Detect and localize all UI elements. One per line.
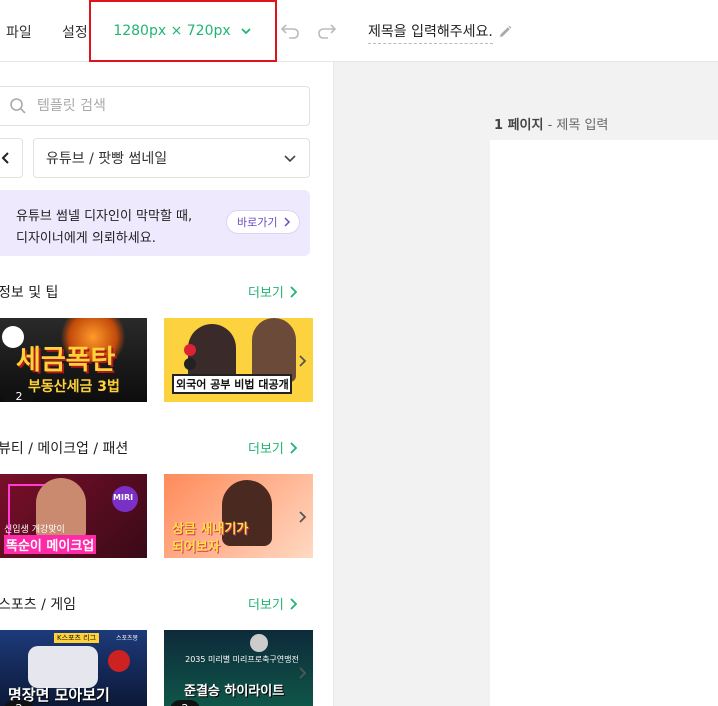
player-photo xyxy=(28,646,98,688)
template-thumbnail[interactable]: 외국어 공부 비법 대공개 xyxy=(164,318,313,402)
chevron-left-icon xyxy=(1,152,9,164)
designer-request-banner: 유튜브 썸넬 디자인이 막막할 때, 디자이너에게 의뢰하세요. 바로가기 xyxy=(0,190,310,256)
template-count-badge: 2 xyxy=(170,700,200,706)
more-link-sports-games[interactable]: 더보기 xyxy=(248,594,298,613)
banner-text-line1: 유튜브 썸넬 디자인이 막막할 때, xyxy=(16,209,193,224)
thumbnail-headline: 외국어 공부 비법 대공개 xyxy=(176,378,289,391)
section-title-info-tips: 정보 및 팁 xyxy=(0,285,59,301)
document-title[interactable]: 제목을 입력해주세요. xyxy=(368,21,493,44)
template-thumbnail[interactable]: 2035 미리별 미리프로축구연맹전 준결승 하이라이트 2 xyxy=(164,630,313,706)
category-select-value: 유튜브 / 팟빵 썸네일 xyxy=(46,151,168,167)
thumbnail-subtitle: 부동산세금 3법 xyxy=(28,379,120,395)
template-thumbnail[interactable]: 세금폭탄 부동산세금 3법 2 xyxy=(0,318,147,402)
thumbnail-headline: 상큼 새내기가 xyxy=(172,522,249,537)
banner-go-label: 바로가기 xyxy=(237,216,278,229)
template-thumbnail[interactable]: 상큼 새내기가 되어보자 xyxy=(164,474,313,558)
search-icon xyxy=(10,98,26,114)
thumbnail-subtitle: 되어보자 xyxy=(172,540,220,555)
redo-icon[interactable] xyxy=(317,22,337,40)
chevron-right-icon[interactable] xyxy=(296,666,310,680)
page-canvas[interactable] xyxy=(490,140,718,706)
chevron-right-icon xyxy=(290,597,298,610)
flag-icon xyxy=(184,344,196,356)
league-logo xyxy=(250,634,268,652)
more-link-label: 더보기 xyxy=(248,286,284,301)
template-thumbnail[interactable]: MIRI 신입생 개강맞이 똑순이 메이크업 xyxy=(0,474,147,558)
chevron-right-icon[interactable] xyxy=(296,510,310,524)
more-link-beauty[interactable]: 더보기 xyxy=(248,438,298,457)
brand-badge-label: MIRI xyxy=(113,493,134,502)
ball-graphic xyxy=(108,650,130,672)
settings-menu[interactable]: 설정 xyxy=(62,22,88,42)
thumbnail-subtitle: 신입생 개강맞이 xyxy=(4,525,65,535)
more-link-label: 더보기 xyxy=(248,598,284,613)
more-link-info-tips[interactable]: 더보기 xyxy=(248,282,298,301)
template-count-badge: 2 xyxy=(4,700,34,706)
editor-canvas-area: 1 페이지 - 제목 입력 xyxy=(334,62,718,706)
pencil-icon[interactable] xyxy=(497,24,513,40)
flag-icon xyxy=(184,358,196,370)
brand-badge: MIRI xyxy=(112,486,138,512)
section-title-beauty: 뷰티 / 메이크업 / 패션 xyxy=(0,441,129,457)
thumbnail-headline: 세금폭탄 xyxy=(16,345,116,376)
more-link-label: 더보기 xyxy=(248,442,284,457)
banner-go-button[interactable]: 바로가기 xyxy=(226,210,301,234)
banner-text-line2: 디자이너에게 의뢰하세요. xyxy=(16,231,156,246)
thumbnail-headline: 준결승 하이라이트 xyxy=(184,684,285,699)
back-button[interactable] xyxy=(0,138,23,178)
template-search-input[interactable] xyxy=(37,98,237,114)
canvas-size-dropdown[interactable]: 1280px × 720px xyxy=(89,0,277,62)
chevron-down-icon xyxy=(241,28,251,35)
thumbnail-corner-text: 스포츠몽 xyxy=(116,635,139,642)
canvas-size-label: 1280px × 720px xyxy=(113,23,231,39)
file-menu[interactable]: 파일 xyxy=(6,22,32,42)
person-photo xyxy=(252,318,296,382)
thumbnail-subtitle: K스포츠 리그 xyxy=(54,633,100,643)
template-panel: 유튜브 / 팟빵 썸네일 유튜브 썸넬 디자인이 막막할 때, 디자이너에게 의… xyxy=(0,62,334,706)
document-title-field[interactable]: 제목을 입력해주세요. xyxy=(368,20,513,44)
thumbnail-headline: 똑순이 메이크업 xyxy=(4,535,97,554)
chevron-down-icon xyxy=(284,155,296,163)
template-count-badge: 2 xyxy=(4,388,34,402)
category-select[interactable]: 유튜브 / 팟빵 썸네일 xyxy=(33,138,310,178)
chevron-right-icon xyxy=(290,441,298,454)
top-toolbar: 파일 설정 1280px × 720px 제목을 입력해주세요. xyxy=(0,0,718,62)
section-title-sports-games: 스포츠 / 게임 xyxy=(0,597,77,613)
chevron-right-icon xyxy=(290,285,298,298)
undo-icon[interactable] xyxy=(280,22,300,40)
page-number: 1 페이지 xyxy=(494,118,544,133)
thumbnail-subtitle: 2035 미리별 미리프로축구연맹전 xyxy=(185,655,299,664)
page-label: 1 페이지 - 제목 입력 xyxy=(494,114,608,133)
chevron-right-icon xyxy=(284,217,291,227)
page-title-input[interactable]: - 제목 입력 xyxy=(548,118,609,133)
template-thumbnail[interactable]: K스포츠 리그 스포츠몽 명장면 모아보기 2 xyxy=(0,630,147,706)
chevron-right-icon[interactable] xyxy=(296,354,310,368)
template-search-box[interactable] xyxy=(0,86,310,126)
